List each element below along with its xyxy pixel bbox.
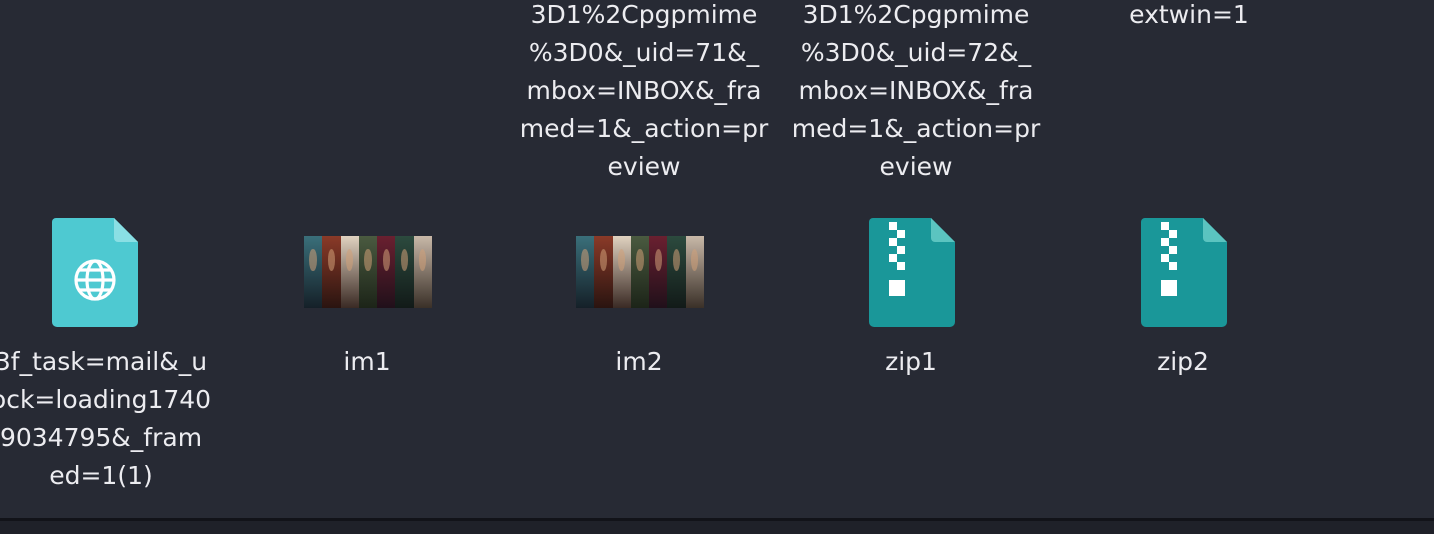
file-name-top-uid72[interactable]: 3D1%2Cpgpmime %3D0&_uid=72&_ mbox=INBOX&… <box>777 0 1055 186</box>
file-name-im1: im1 <box>343 347 391 376</box>
web-document-icon <box>52 218 138 327</box>
file-name-top-extwin[interactable]: extwin=1 <box>1050 0 1328 34</box>
file-item-im2[interactable]: im2 <box>544 200 734 390</box>
file-name-zip2: zip2 <box>1157 347 1209 376</box>
file-item-html[interactable]: 3f_task=mail&_u ock=loading1740 9034795&… <box>0 200 240 500</box>
file-name-html: 3f_task=mail&_u ock=loading1740 9034795&… <box>0 347 212 490</box>
file-name-im2: im2 <box>615 347 663 376</box>
image-thumbnail-im1 <box>304 236 432 308</box>
image-thumbnail-im2 <box>576 236 704 308</box>
file-item-zip2[interactable]: zip2 <box>1088 200 1278 390</box>
file-item-zip1[interactable]: zip1 <box>816 200 1006 390</box>
zip-archive-icon <box>1141 218 1227 327</box>
file-manager-view: 3D1%2Cpgpmime %3D0&_uid=71&_ mbox=INBOX&… <box>0 0 1434 518</box>
file-name-top-uid71[interactable]: 3D1%2Cpgpmime %3D0&_uid=71&_ mbox=INBOX&… <box>505 0 783 186</box>
file-item-im1[interactable]: im1 <box>272 200 462 390</box>
file-name-zip1: zip1 <box>885 347 937 376</box>
status-bar <box>0 518 1434 534</box>
zip-archive-icon <box>869 218 955 327</box>
